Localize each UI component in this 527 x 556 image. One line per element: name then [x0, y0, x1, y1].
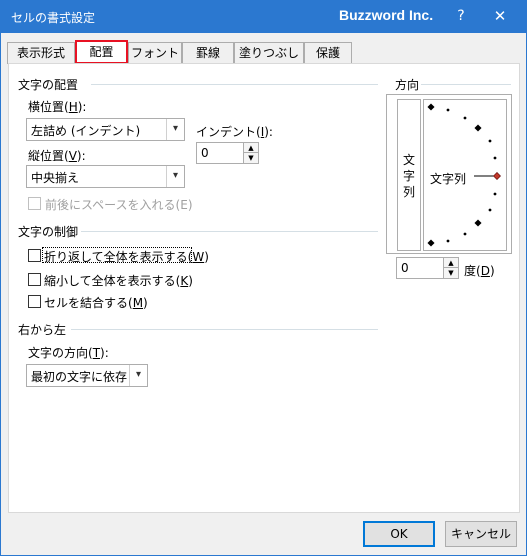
tab-alignment[interactable]: 配置 [75, 40, 128, 64]
dial-handle [493, 172, 501, 180]
dial-dot [463, 116, 467, 120]
rtl-title: 右から左 [18, 323, 67, 337]
spin-down-icon[interactable]: ▼ [443, 268, 458, 278]
horizontal-combo[interactable]: 左詰め (インデント) ▾ [26, 118, 185, 141]
justify-distributed-checkbox[interactable] [28, 197, 41, 210]
dial-marker [427, 103, 435, 111]
dial-dot [488, 208, 492, 212]
text-direction-label: 文字の方向(T): [28, 346, 109, 360]
justify-distributed-label: 前後にスペースを入れる(E) [45, 198, 193, 212]
text-control-title: 文字の制御 [18, 225, 79, 239]
tab-protection[interactable]: 保護 [304, 42, 352, 64]
vertical-text-button[interactable]: 文字列 [397, 99, 421, 251]
cancel-button[interactable]: キャンセル [445, 521, 517, 547]
tab-border[interactable]: 罫線 [182, 42, 234, 64]
text-alignment-title: 文字の配置 [18, 78, 79, 92]
help-button[interactable]: ? [449, 5, 473, 27]
title-bar: セルの書式設定 Buzzword Inc. ? ✕ [1, 1, 526, 33]
spin-down-icon[interactable]: ▼ [243, 153, 258, 163]
dial-dot [493, 156, 497, 160]
tab-fill[interactable]: 塗りつぶし [234, 42, 304, 64]
vertical-value: 中央揃え [31, 171, 80, 185]
dial-marker [474, 124, 482, 132]
vertical-combo[interactable]: 中央揃え ▾ [26, 165, 185, 188]
chevron-down-icon[interactable]: ▾ [129, 365, 147, 386]
chevron-down-icon[interactable]: ▾ [166, 166, 184, 187]
group-divider [421, 84, 511, 85]
dial-marker [474, 219, 482, 227]
dial-dot [493, 192, 497, 196]
close-button[interactable]: ✕ [487, 5, 513, 27]
spin-up-icon[interactable]: ▲ [243, 143, 258, 153]
merge-cells-label: セルを結合する(M) [44, 296, 148, 310]
format-cells-dialog: セルの書式設定 Buzzword Inc. ? ✕ 表示形式 配置 フォント 罫… [0, 0, 527, 556]
shrink-to-fit-label: 縮小して全体を表示する(K) [44, 274, 193, 288]
dial-dot [463, 232, 467, 236]
chevron-down-icon[interactable]: ▾ [166, 119, 184, 140]
merge-cells-checkbox[interactable] [28, 295, 41, 308]
dial-dot [446, 108, 450, 112]
vertical-text-sample: 文字列 [403, 153, 416, 199]
spin-up-icon[interactable]: ▲ [443, 258, 458, 268]
group-divider [81, 231, 378, 232]
tab-number[interactable]: 表示形式 [7, 42, 75, 64]
orientation-dial[interactable]: 文字列 [423, 99, 507, 251]
group-divider [71, 329, 378, 330]
text-direction-value: 最初の文字に依存 [31, 370, 128, 384]
vertical-label: 縦位置(V): [28, 149, 86, 163]
degrees-label: 度(D) [464, 264, 495, 278]
indent-spinner[interactable]: 0 ▲ ▼ [196, 142, 259, 164]
dial-dot [446, 239, 450, 243]
group-divider [91, 84, 378, 85]
dial-text-sample: 文字列 [430, 172, 467, 186]
indent-value: 0 [201, 146, 209, 160]
ok-button[interactable]: OK [363, 521, 435, 547]
dialog-title: セルの書式設定 [11, 11, 96, 25]
degrees-value: 0 [401, 261, 409, 275]
shrink-to-fit-checkbox[interactable] [28, 273, 41, 286]
orientation-title: 方向 [395, 78, 420, 92]
dial-marker [427, 239, 435, 247]
wrap-text-label: 折り返して全体を表示する(W) [44, 250, 209, 264]
brand-name: Buzzword Inc. [339, 7, 434, 23]
degrees-spinner[interactable]: 0 ▲ ▼ [396, 257, 459, 279]
horizontal-value: 左詰め (インデント) [31, 124, 141, 138]
text-direction-combo[interactable]: 最初の文字に依存 ▾ [26, 364, 148, 387]
dial-dot [488, 139, 492, 143]
tab-font[interactable]: フォント [128, 42, 182, 64]
wrap-text-checkbox[interactable] [28, 249, 41, 262]
horizontal-label: 横位置(H): [28, 100, 87, 114]
indent-label: インデント(I): [196, 125, 273, 139]
